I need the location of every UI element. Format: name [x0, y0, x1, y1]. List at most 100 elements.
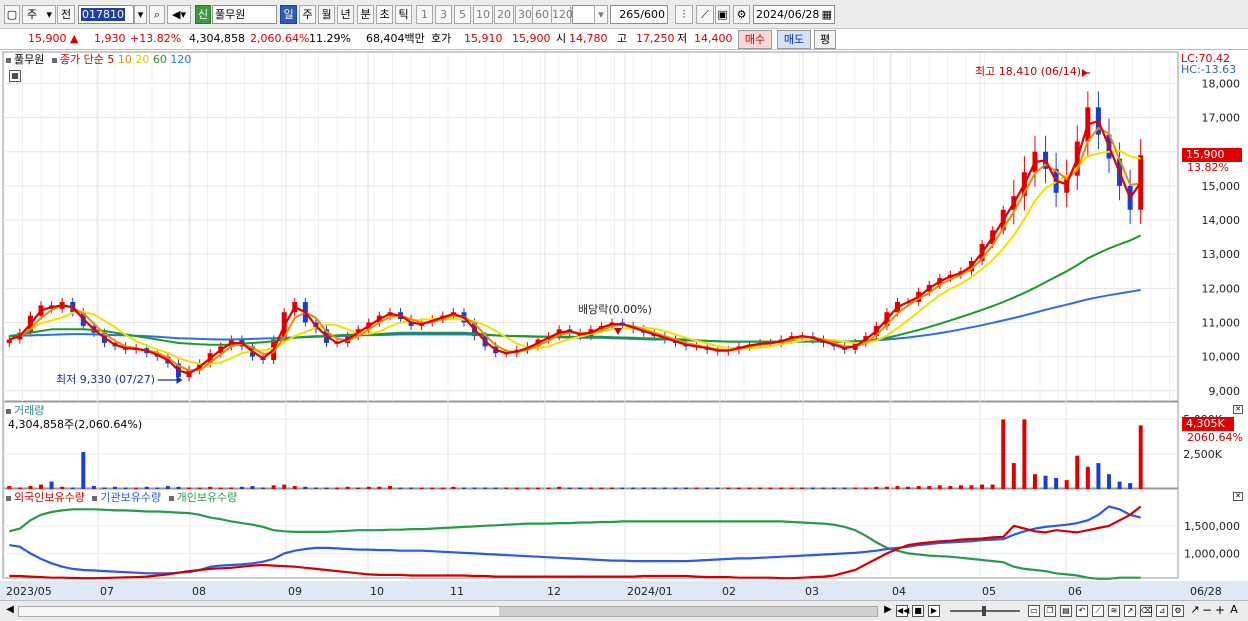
trend-icon[interactable]: ↗	[1124, 605, 1136, 617]
zoom-slider-handle[interactable]	[982, 606, 986, 616]
price-tick-label: 14,000	[1202, 214, 1241, 227]
zoom-slider[interactable]	[950, 606, 1020, 616]
volume-bar	[377, 486, 382, 489]
scrollbar-thumb[interactable]	[499, 607, 877, 616]
buy-button[interactable]: 매수	[738, 30, 772, 49]
holdings-tick-label: 1,000,000	[1184, 547, 1240, 560]
line-tool-icon[interactable]: ⟋	[696, 5, 714, 24]
close-panel-icon[interactable]: ✕	[1233, 492, 1243, 501]
horizontal-scrollbar[interactable]	[18, 606, 878, 617]
zoom-out-icon[interactable]: −	[1201, 604, 1213, 617]
erase-icon[interactable]: ⌫	[1140, 605, 1152, 617]
text-tool-icon[interactable]: A	[1228, 604, 1240, 617]
volume-bar	[832, 487, 837, 489]
arrow-icon[interactable]: ↗	[1189, 604, 1201, 617]
legend-individual: 개인보유수량	[176, 491, 238, 504]
chevron-down-icon[interactable]: ▾	[594, 5, 608, 24]
undo-icon[interactable]: ↶	[1076, 605, 1088, 617]
high-label: 고	[617, 32, 628, 45]
bid-price-1: 15,910	[464, 32, 503, 45]
copy-icon[interactable]: ❐	[1044, 605, 1056, 617]
volume-bar	[535, 487, 540, 489]
volume-bar	[208, 486, 213, 489]
tab-second[interactable]: 초	[376, 5, 393, 24]
chevron-down-icon: ▾	[46, 8, 52, 21]
volume-bar	[70, 487, 75, 489]
volume-bar	[810, 487, 815, 489]
chevron-down-icon[interactable]: ▾	[134, 5, 147, 24]
gear-icon[interactable]: ⚙	[733, 5, 750, 24]
layout-icon[interactable]: ▭	[1028, 605, 1040, 617]
volume-bar	[292, 486, 297, 489]
scroll-right-icon[interactable]: ▶	[882, 605, 894, 617]
x-tick-label: 09	[288, 585, 302, 598]
zoom-in-icon[interactable]: +	[1214, 604, 1226, 617]
prev-button[interactable]: 전	[57, 5, 75, 24]
tab-daily[interactable]: 일	[280, 5, 297, 24]
volume-bar	[504, 487, 509, 489]
stock-code-input[interactable]: 017810	[78, 5, 134, 24]
stock-name-field[interactable]: 풀무원	[212, 5, 277, 24]
panel-icon[interactable]: ▤	[1060, 605, 1072, 617]
volume-bar	[557, 486, 562, 489]
interval-60[interactable]: 60	[532, 5, 552, 24]
price-tick-label: 15,000	[1202, 180, 1241, 193]
interval-120[interactable]: 120	[551, 5, 573, 24]
volume-bar	[493, 487, 498, 489]
eval-button[interactable]: 평	[814, 30, 836, 49]
close-panel-icon[interactable]: ✕	[1233, 405, 1243, 414]
legend-ma10: 10	[117, 53, 132, 66]
interval-1[interactable]: 1	[416, 5, 433, 24]
sell-button[interactable]: 매도	[777, 30, 811, 49]
skip-back-icon[interactable]: ◀◀	[896, 605, 909, 617]
draw-line-icon[interactable]: ⟋	[1092, 605, 1104, 617]
volume-bar	[863, 487, 868, 489]
ruler-icon[interactable]: ⊿	[1156, 605, 1168, 617]
volume-bar	[261, 487, 266, 489]
settings-icon[interactable]: ⚙	[1172, 605, 1184, 617]
date-value: 2024/06/28	[756, 8, 820, 21]
tab-yearly[interactable]: 년	[337, 5, 354, 24]
candle-body	[1138, 155, 1144, 210]
volume-bar	[239, 486, 244, 489]
fib-icon[interactable]: ≋	[1108, 605, 1120, 617]
tab-monthly[interactable]: 월	[318, 5, 335, 24]
volume-bar	[28, 486, 33, 489]
window-icon[interactable]: ▢	[4, 5, 20, 24]
stop-icon[interactable]: ■	[912, 605, 924, 617]
tab-tick[interactable]: 틱	[395, 5, 412, 24]
volume-bar	[366, 486, 371, 489]
candle-icon[interactable]: ⫶	[675, 5, 693, 24]
volume-bar	[271, 485, 276, 489]
volume-bar	[49, 481, 54, 489]
interval-3[interactable]: 3	[435, 5, 452, 24]
x-tick-label: 04	[892, 585, 906, 598]
save-icon[interactable]: ▣	[715, 5, 730, 24]
interval-5[interactable]: 5	[454, 5, 471, 24]
legend-square-icon	[51, 57, 57, 63]
date-input[interactable]: 2024/06/28 ▦	[753, 5, 835, 24]
scroll-left-icon[interactable]: ◀	[4, 605, 16, 617]
tab-weekly[interactable]: 주	[299, 5, 316, 24]
volume-bar	[853, 487, 858, 489]
volume-bar	[1075, 455, 1080, 489]
interval-20[interactable]: 20	[494, 5, 514, 24]
chart-area[interactable]: 9,000 10,000 11,000 12,000 13,000 14,000 15,00…	[0, 51, 1248, 600]
interval-10[interactable]: 10	[473, 5, 493, 24]
volume-tick-label: 2,500K	[1183, 448, 1222, 461]
current-price-tag: 15,900	[1182, 148, 1242, 162]
period-select[interactable]: 주 ▾	[22, 5, 56, 24]
volume-bar	[155, 487, 160, 489]
volume-bar	[134, 487, 139, 489]
chart-canvas[interactable]: 9,000 10,000 11,000 12,000 13,000 14,000 15,00…	[0, 51, 1248, 600]
tab-minute[interactable]: 분	[357, 5, 374, 24]
x-tick-label: 10	[370, 585, 384, 598]
speaker-icon[interactable]: ◀▾	[167, 5, 191, 24]
play-icon[interactable]: ▶	[928, 605, 940, 617]
volume-bar	[599, 487, 604, 489]
search-icon[interactable]: ⌕	[149, 5, 165, 24]
grid-table-icon[interactable]: ▦	[9, 70, 21, 82]
count-input[interactable]: 265/600	[610, 5, 668, 24]
current-price: 15,900 ▲	[28, 32, 78, 46]
volume-bar	[715, 487, 720, 489]
